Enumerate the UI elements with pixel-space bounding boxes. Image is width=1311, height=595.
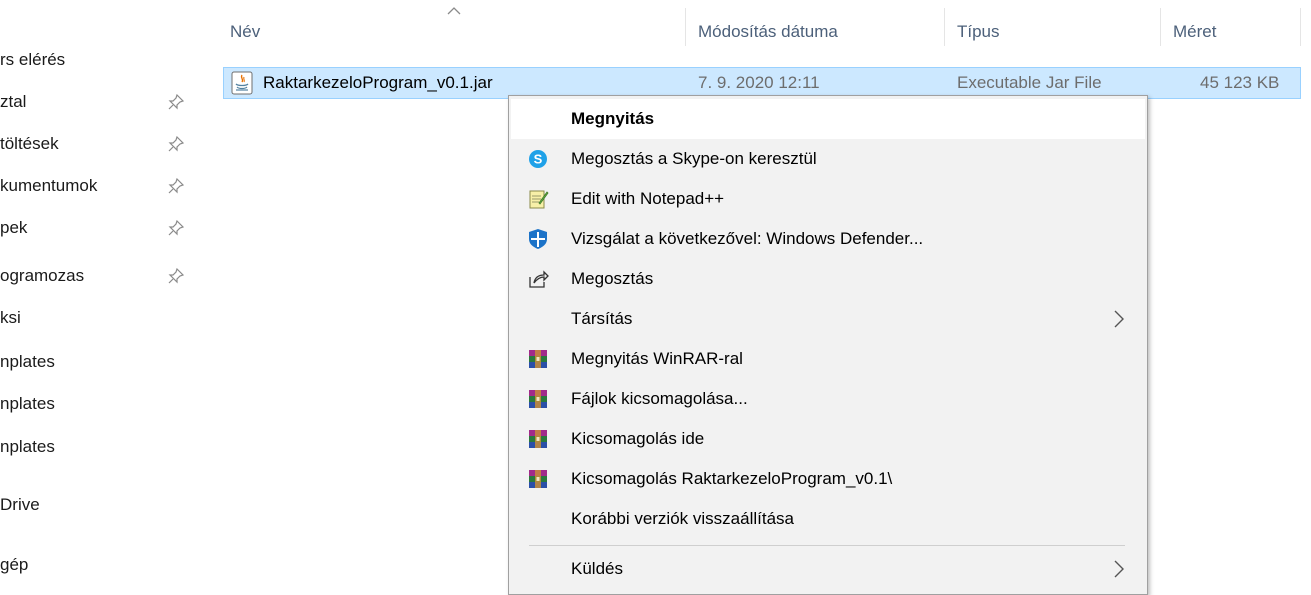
menu-item-restore-previous-versions[interactable]: Korábbi verziók visszaállítása xyxy=(511,499,1145,539)
sort-ascending-icon xyxy=(447,7,461,15)
navigation-pane: rs elérés ztal töltések kumentumok pek o… xyxy=(0,0,198,579)
menu-item-label: Fájlok kicsomagolása... xyxy=(571,389,748,408)
nav-item-onedrive[interactable]: Drive xyxy=(0,485,198,525)
menu-item-send-to[interactable]: Küldés xyxy=(511,549,1145,589)
menu-item-share-skype[interactable]: S Megosztás a Skype-on keresztül xyxy=(511,139,1145,179)
nav-item-suli[interactable]: ksi xyxy=(0,298,198,338)
winrar-icon xyxy=(529,430,547,448)
nav-item-label: rs elérés xyxy=(0,50,66,69)
nav-item-templates-2[interactable]: nplates xyxy=(0,384,198,424)
menu-item-scan-defender[interactable]: Vizsgálat a következővel: Windows Defend… xyxy=(511,219,1145,259)
column-header-type[interactable]: Típus xyxy=(957,12,1000,52)
nav-item-programozas[interactable]: ogramozas xyxy=(0,256,198,296)
share-icon xyxy=(529,270,549,288)
pin-icon xyxy=(168,220,184,236)
menu-item-extract-files[interactable]: Fájlok kicsomagolása... xyxy=(511,379,1145,419)
menu-item-extract-to-folder[interactable]: Kicsomagolás RaktarkezeloProgram_v0.1\ xyxy=(511,459,1145,499)
nav-item-label: kumentumok xyxy=(0,176,98,195)
nav-item-templates-3[interactable]: nplates xyxy=(0,427,198,467)
column-header-size[interactable]: Méret xyxy=(1173,12,1216,52)
menu-item-label: Küldés xyxy=(571,559,623,578)
nav-item-templates-1[interactable]: nplates xyxy=(0,342,198,382)
java-jar-icon xyxy=(231,71,253,95)
svg-text:S: S xyxy=(534,152,543,167)
nav-item-label: töltések xyxy=(0,134,59,153)
file-modified-date: 7. 9. 2020 12:11 xyxy=(698,73,820,92)
menu-item-label: Megnyitás xyxy=(571,109,655,128)
column-header-name[interactable]: Név xyxy=(230,12,260,52)
winrar-icon xyxy=(529,390,547,408)
winrar-icon xyxy=(529,350,547,368)
nav-item-label: Drive xyxy=(0,495,40,514)
windows-defender-icon xyxy=(529,229,547,249)
menu-item-label: Vizsgálat a következővel: Windows Defend… xyxy=(571,229,924,248)
nav-item-quick-access[interactable]: rs elérés xyxy=(0,40,198,80)
menu-item-label: Kicsomagolás ide xyxy=(571,429,705,448)
chevron-right-icon xyxy=(1114,560,1124,578)
column-divider[interactable] xyxy=(685,8,686,46)
nav-item-desktop[interactable]: ztal xyxy=(0,82,198,122)
nav-item-label: nplates xyxy=(0,394,55,413)
nav-item-downloads[interactable]: töltések xyxy=(0,124,198,164)
menu-item-label: Megnyitás WinRAR-ral xyxy=(571,349,743,368)
winrar-icon xyxy=(529,470,547,488)
chevron-right-icon xyxy=(1114,310,1124,328)
column-header-modified[interactable]: Módosítás dátuma xyxy=(698,12,838,52)
nav-item-label: nplates xyxy=(0,437,55,456)
menu-item-open-winrar[interactable]: Megnyitás WinRAR-ral xyxy=(511,339,1145,379)
context-menu: Megnyitás S Megosztás a Skype-on kereszt… xyxy=(508,95,1148,595)
menu-item-label: Megosztás a Skype-on keresztül xyxy=(571,149,817,168)
nav-item-pictures[interactable]: pek xyxy=(0,208,198,248)
menu-item-label: Edit with Notepad++ xyxy=(571,189,725,208)
nav-item-label: pek xyxy=(0,218,28,237)
menu-item-edit-notepadpp[interactable]: Edit with Notepad++ xyxy=(511,179,1145,219)
column-divider[interactable] xyxy=(1300,8,1301,46)
nav-item-label: gép xyxy=(0,555,29,574)
menu-item-label: Társítás xyxy=(571,309,633,328)
nav-item-documents[interactable]: kumentumok xyxy=(0,166,198,206)
file-type: Executable Jar File xyxy=(957,73,1102,92)
nav-item-this-pc[interactable]: gép xyxy=(0,545,198,585)
menu-item-open[interactable]: Megnyitás xyxy=(511,99,1145,139)
menu-item-open-with[interactable]: Társítás xyxy=(511,299,1145,339)
menu-separator xyxy=(529,545,1125,546)
pin-icon xyxy=(168,136,184,152)
column-divider[interactable] xyxy=(944,8,945,46)
menu-item-extract-here[interactable]: Kicsomagolás ide xyxy=(511,419,1145,459)
skype-icon: S xyxy=(529,150,547,168)
pin-icon xyxy=(168,94,184,110)
pin-icon xyxy=(168,178,184,194)
notepad-plus-plus-icon xyxy=(529,190,549,209)
nav-item-label: ksi xyxy=(0,308,21,327)
file-size: 45 123 KB xyxy=(1200,73,1280,92)
nav-item-label: ogramozas xyxy=(0,266,85,285)
pin-icon xyxy=(168,268,184,284)
menu-item-label: Kicsomagolás RaktarkezeloProgram_v0.1\ xyxy=(571,469,893,488)
column-divider[interactable] xyxy=(1160,8,1161,46)
menu-item-share[interactable]: Megosztás xyxy=(511,259,1145,299)
menu-item-label: Korábbi verziók visszaállítása xyxy=(571,509,794,528)
nav-item-label: nplates xyxy=(0,352,55,371)
nav-item-label: ztal xyxy=(0,92,27,111)
menu-item-label: Megosztás xyxy=(571,269,654,288)
file-name: RaktarkezeloProgram_v0.1.jar xyxy=(263,73,493,92)
